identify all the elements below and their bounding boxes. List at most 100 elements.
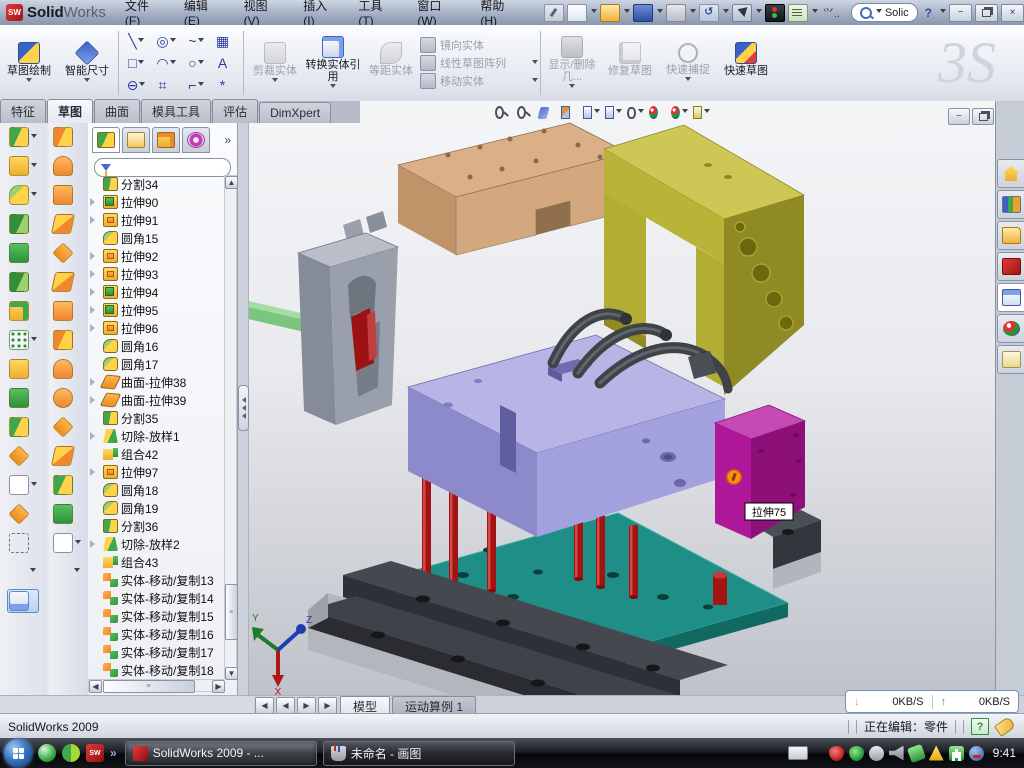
surface-extend-icon[interactable] bbox=[53, 330, 81, 350]
tree-vertical-scrollbar[interactable]: ▲ ≡ ▼ bbox=[224, 175, 237, 679]
feature-tree-item[interactable]: 拉伸97 bbox=[88, 463, 224, 481]
ribbon-tab[interactable]: 特征 bbox=[0, 99, 46, 123]
dropdown-icon[interactable] bbox=[198, 38, 204, 45]
feature-tree-item[interactable]: 拉伸93 bbox=[88, 265, 224, 283]
rotate-view-icon[interactable] bbox=[539, 105, 556, 120]
extrude-cut-icon[interactable] bbox=[9, 156, 37, 176]
scroll-thumb[interactable]: ≡ bbox=[103, 680, 195, 693]
feature-tree-item[interactable]: 拉伸91 bbox=[88, 211, 224, 229]
feature-tree-item[interactable]: 实体-移动/复制14 bbox=[88, 589, 224, 607]
antivirus-quicklaunch-icon[interactable] bbox=[62, 744, 80, 762]
annotations-icon[interactable] bbox=[693, 105, 710, 120]
tree-horizontal-scrollbar[interactable]: ◀ ≡ ▶ bbox=[88, 679, 224, 692]
solidworks-search-tab[interactable] bbox=[997, 252, 1024, 281]
protection-plus-icon[interactable] bbox=[949, 746, 964, 761]
splitter-collapse-handle[interactable] bbox=[238, 385, 249, 431]
dropdown-icon[interactable] bbox=[532, 60, 538, 67]
sketch-entity-icon[interactable]: ○ bbox=[181, 52, 211, 74]
toolbar-button[interactable]: 修复草图 bbox=[601, 25, 659, 101]
sketch-entity-icon[interactable]: ◠ bbox=[151, 52, 181, 74]
dropdown-icon[interactable] bbox=[84, 78, 90, 85]
boundary-boss-icon[interactable] bbox=[9, 272, 37, 292]
task-button[interactable]: 未命名 - 画图 bbox=[323, 741, 515, 766]
save-dropdown-icon[interactable] bbox=[657, 9, 663, 16]
linear-pattern-icon[interactable] bbox=[9, 330, 37, 350]
feature-tree-item[interactable]: 分割35 bbox=[88, 409, 224, 427]
section-view-icon[interactable] bbox=[561, 105, 578, 120]
feature-tree-item[interactable]: 圆角18 bbox=[88, 481, 224, 499]
tab-nav-button[interactable]: ◀ bbox=[276, 697, 295, 714]
sketch-entity-icon[interactable]: □ bbox=[121, 52, 151, 74]
expand-arrow-icon[interactable] bbox=[90, 306, 100, 314]
print-dropdown-icon[interactable] bbox=[690, 9, 696, 16]
undo-icon[interactable]: ↺ bbox=[699, 4, 719, 22]
dropdown-icon[interactable] bbox=[75, 540, 81, 547]
sketch-entity-icon[interactable]: ⌐ bbox=[181, 74, 211, 96]
options-dropdown-icon[interactable] bbox=[812, 9, 818, 16]
feature-tree-item[interactable]: 实体-移动/复制13 bbox=[88, 571, 224, 589]
select-arrow-icon[interactable] bbox=[732, 4, 752, 22]
zoom-fit-icon[interactable] bbox=[495, 105, 512, 120]
expand-arrow-icon[interactable] bbox=[90, 432, 100, 440]
surface-delete-icon[interactable] bbox=[53, 388, 81, 408]
doc-restore-button[interactable] bbox=[972, 108, 994, 125]
dropdown-icon[interactable] bbox=[532, 78, 538, 85]
expand-arrow-icon[interactable] bbox=[90, 378, 100, 386]
scroll-thumb[interactable]: ≡ bbox=[225, 584, 238, 640]
solidworks-resources-tab[interactable] bbox=[997, 159, 1024, 188]
spline-icon[interactable] bbox=[10, 562, 36, 580]
expand-arrow-icon[interactable] bbox=[90, 324, 100, 332]
solidworks-quicklaunch-icon[interactable]: SW bbox=[86, 744, 104, 762]
dropdown-icon[interactable] bbox=[31, 192, 37, 199]
view-palette-tab[interactable] bbox=[997, 283, 1024, 312]
toolbar-stack-button[interactable]: 移动实体 bbox=[420, 73, 538, 89]
appearances-icon[interactable] bbox=[649, 105, 666, 120]
expand-arrow-icon[interactable] bbox=[90, 216, 100, 224]
scroll-up-button[interactable]: ▲ bbox=[225, 176, 238, 189]
ribbon-tab[interactable]: 模具工具 bbox=[141, 99, 211, 123]
dropdown-icon[interactable] bbox=[31, 337, 37, 344]
keyboard-layout-icon[interactable] bbox=[788, 746, 808, 760]
quick-tips-icon[interactable]: ? bbox=[971, 718, 989, 735]
feature-tree-item[interactable]: 圆角17 bbox=[88, 355, 224, 373]
scene-icon[interactable] bbox=[671, 105, 688, 120]
feature-tree-item[interactable]: 圆角15 bbox=[88, 229, 224, 247]
scroll-right-button[interactable]: ▶ bbox=[212, 680, 225, 693]
antivirus-alert-icon[interactable] bbox=[829, 746, 844, 761]
feature-tree-item[interactable]: 切除-放样2 bbox=[88, 535, 224, 553]
options-list-icon[interactable] bbox=[788, 4, 808, 22]
toolbar-button[interactable]: 快速捕捉 bbox=[659, 25, 717, 101]
design-library-tab[interactable] bbox=[997, 190, 1024, 219]
curve-icon[interactable] bbox=[9, 475, 37, 495]
toolbar-button[interactable]: 草图绘制 bbox=[0, 25, 58, 101]
expand-arrow-icon[interactable] bbox=[90, 270, 100, 278]
toolbar-button[interactable]: 显示/删除几... bbox=[543, 25, 601, 101]
expand-arrow-icon[interactable] bbox=[90, 288, 100, 296]
extrude-boss-icon[interactable] bbox=[9, 127, 37, 147]
dropdown-icon[interactable] bbox=[30, 568, 36, 575]
view-orientation-icon[interactable] bbox=[583, 105, 600, 120]
parting-line-icon[interactable] bbox=[53, 417, 81, 437]
feature-tree-item[interactable]: 拉伸94 bbox=[88, 283, 224, 301]
dropdown-icon[interactable] bbox=[31, 163, 37, 170]
print-icon[interactable] bbox=[666, 4, 686, 22]
feature-tree-item[interactable]: 曲面-拉伸38 bbox=[88, 373, 224, 391]
graphics-viewport[interactable]: X Y Z 拉伸75 bbox=[248, 101, 995, 695]
scroll-down-button[interactable]: ▼ bbox=[225, 667, 238, 680]
help-button[interactable]: ? bbox=[921, 6, 936, 20]
centerline-icon[interactable] bbox=[9, 533, 37, 553]
feature-tree-item[interactable]: 分割36 bbox=[88, 517, 224, 535]
surface-planar-icon[interactable] bbox=[53, 301, 81, 321]
sketch-entity-icon[interactable]: A bbox=[211, 52, 241, 74]
dropdown-icon[interactable] bbox=[704, 109, 710, 116]
feature-tree-item[interactable]: 分割34 bbox=[88, 175, 224, 193]
panel-chevron[interactable]: » bbox=[224, 133, 233, 147]
toolbar-button[interactable]: 剪裁实体 bbox=[246, 25, 304, 101]
expand-arrow-icon[interactable] bbox=[90, 198, 100, 206]
toolbar-stack-button[interactable]: 镜向实体 bbox=[420, 37, 538, 53]
update-badge-icon[interactable] bbox=[869, 746, 884, 761]
feature-tree-item[interactable]: 拉伸90 bbox=[88, 193, 224, 211]
undo-dropdown-icon[interactable] bbox=[723, 9, 729, 16]
fillet-icon[interactable] bbox=[9, 185, 37, 205]
ribbon-tab[interactable]: DimXpert bbox=[259, 102, 331, 123]
